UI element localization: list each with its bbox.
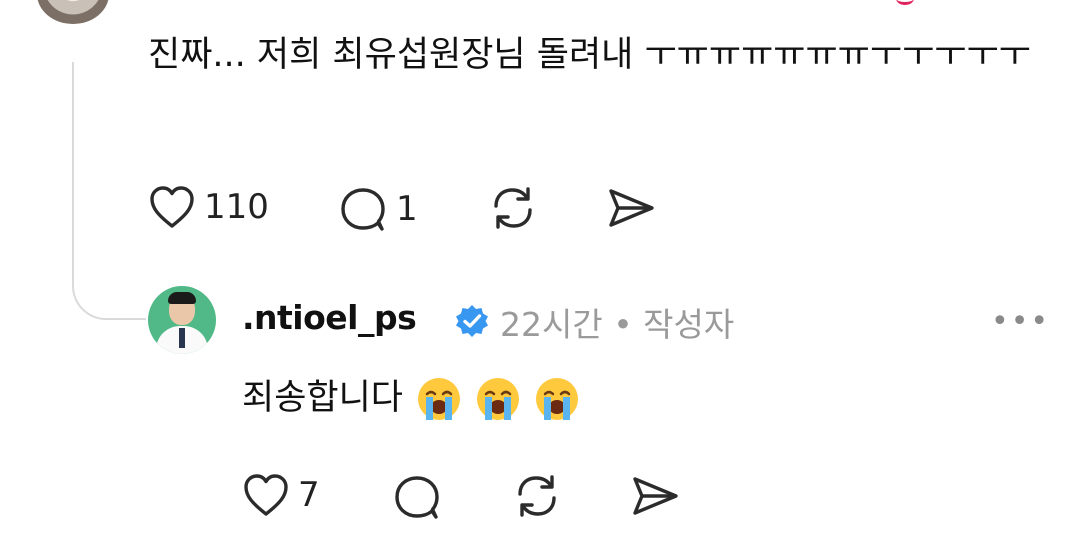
- parent-share-button[interactable]: [606, 186, 656, 230]
- reply-avatar[interactable]: [148, 286, 216, 354]
- comment-icon: [395, 476, 439, 519]
- send-icon: [609, 189, 654, 227]
- heart-icon: [150, 186, 194, 228]
- parent-repost-button[interactable]: [488, 184, 538, 232]
- parent-like-button[interactable]: 110: [148, 184, 269, 230]
- thread-curve: [72, 262, 146, 320]
- red-mark-icon: [896, 0, 914, 5]
- more-options-icon[interactable]: •••: [991, 304, 1050, 339]
- reply-like-count: 7: [298, 475, 320, 515]
- reply-text: 죄송합니다: [242, 378, 404, 418]
- parent-reply-count: 1: [396, 189, 418, 229]
- reply-repost-button[interactable]: [512, 472, 562, 520]
- reply-username[interactable]: .ntioel_ps: [242, 298, 417, 337]
- comment-icon: [341, 188, 385, 231]
- parent-avatar[interactable]: [37, 0, 109, 24]
- reply-time-author: 22시간 • 작성자: [500, 305, 735, 344]
- heart-icon: [244, 474, 288, 516]
- crying-face-icon: [477, 378, 520, 420]
- parent-like-count: 110: [204, 187, 269, 227]
- reply-share-button[interactable]: [630, 474, 680, 518]
- reply-text-row: 죄송합니다: [242, 374, 580, 422]
- verified-badge-icon: [456, 305, 488, 337]
- reply-reply-button[interactable]: [392, 474, 442, 520]
- repost-icon: [494, 187, 532, 229]
- crying-face-icon: [418, 378, 461, 420]
- thread-line: [72, 62, 74, 276]
- parent-reply-button[interactable]: 1: [338, 186, 418, 232]
- reply-like-button[interactable]: 7: [242, 472, 320, 518]
- parent-comment-text: 진짜... 저희 최유섭원장님 돌려내 ㅜㅠㅠㅠㅠㅠㅠㅜㅜㅜㅜㅜ: [148, 35, 1031, 75]
- crying-face-icon: [536, 378, 579, 420]
- repost-icon: [518, 475, 556, 517]
- send-icon: [633, 477, 678, 515]
